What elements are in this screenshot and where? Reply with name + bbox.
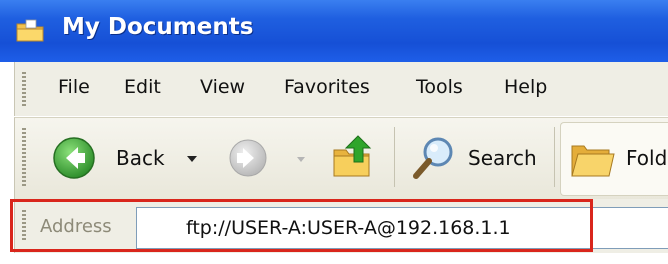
- back-button-label[interactable]: Back: [116, 146, 165, 170]
- forward-arrow-icon[interactable]: [228, 138, 268, 178]
- window-title: My Documents: [62, 14, 254, 40]
- menu-edit[interactable]: Edit: [124, 76, 161, 98]
- menu-help[interactable]: Help: [504, 76, 547, 98]
- folders-button-label[interactable]: Fold: [626, 146, 667, 170]
- back-dropdown-icon[interactable]: [186, 155, 198, 163]
- toolbar-separator: [394, 127, 395, 187]
- folder-icon: [16, 19, 44, 42]
- menu-file[interactable]: File: [58, 76, 90, 98]
- toolbar-separator: [554, 127, 555, 187]
- menu-favorites[interactable]: Favorites: [284, 76, 370, 98]
- back-arrow-icon[interactable]: [52, 136, 96, 180]
- explorer-window: My Documents File Edit View Favorites To…: [0, 0, 668, 264]
- menu-tools[interactable]: Tools: [416, 76, 463, 98]
- search-button-label[interactable]: Search: [468, 146, 537, 170]
- toolbar-grip[interactable]: [22, 128, 26, 188]
- search-icon[interactable]: [410, 134, 458, 182]
- folders-icon[interactable]: [570, 140, 616, 178]
- up-folder-icon[interactable]: [330, 132, 376, 180]
- forward-dropdown-icon[interactable]: [296, 156, 306, 163]
- highlight-box: [10, 199, 593, 252]
- menu-view[interactable]: View: [200, 76, 245, 98]
- menubar-grip[interactable]: [22, 72, 26, 106]
